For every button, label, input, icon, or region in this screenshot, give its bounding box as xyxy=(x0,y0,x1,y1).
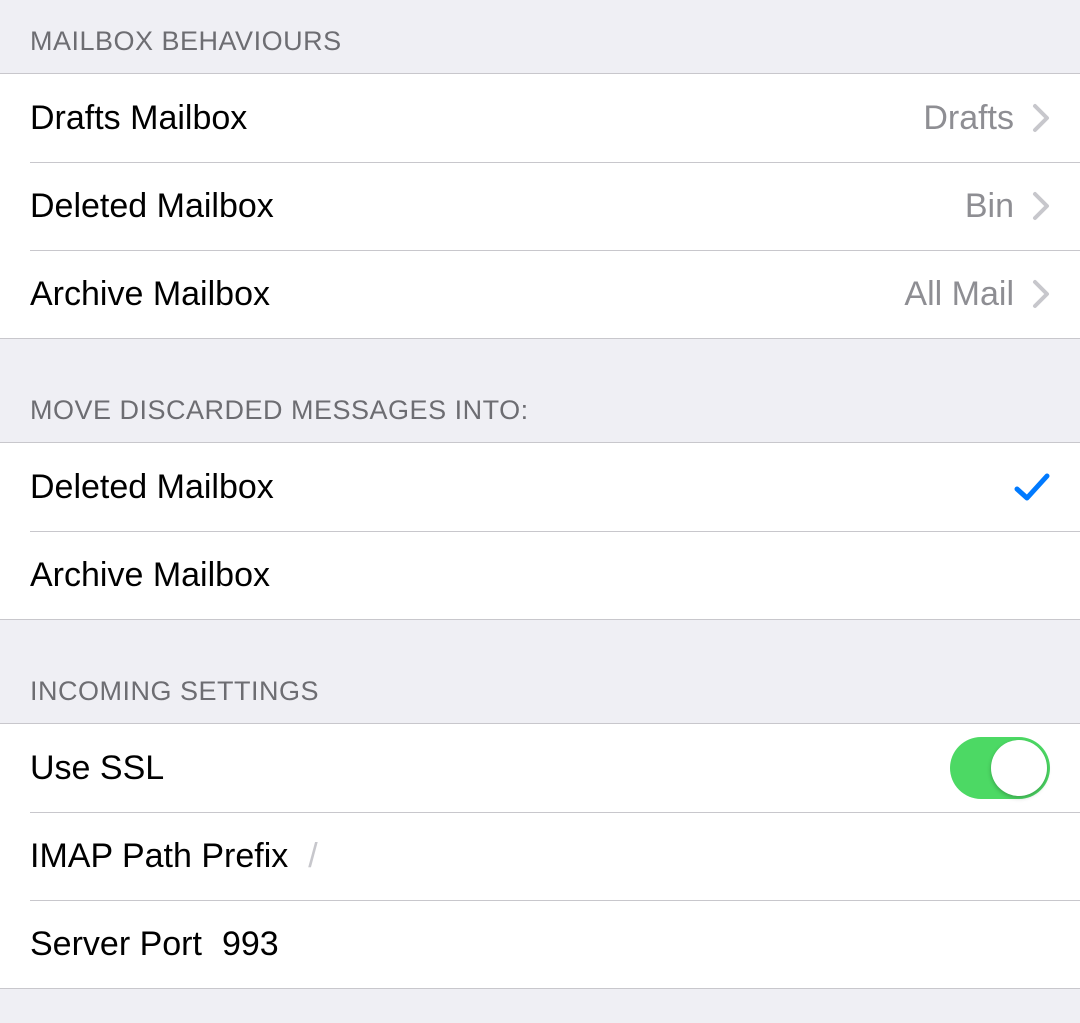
group-move-discarded: Deleted Mailbox Archive Mailbox xyxy=(0,442,1080,620)
row-archive-mailbox[interactable]: Archive Mailbox All Mail xyxy=(0,250,1080,338)
row-use-ssl: Use SSL xyxy=(0,724,1080,812)
row-option-archive-mailbox[interactable]: Archive Mailbox xyxy=(0,531,1080,619)
chevron-right-icon xyxy=(1032,103,1050,133)
row-value: All Mail xyxy=(904,275,1014,314)
row-value: 993 xyxy=(222,925,279,964)
row-label: Archive Mailbox xyxy=(30,556,270,595)
row-label: Deleted Mailbox xyxy=(30,187,274,226)
section-header-move-discarded: Move Discarded Messages Into: xyxy=(0,339,1080,442)
row-label: Drafts Mailbox xyxy=(30,99,247,138)
row-option-deleted-mailbox[interactable]: Deleted Mailbox xyxy=(0,443,1080,531)
chevron-right-icon xyxy=(1032,191,1050,221)
row-label: IMAP Path Prefix xyxy=(30,837,288,876)
chevron-right-icon xyxy=(1032,279,1050,309)
row-deleted-mailbox[interactable]: Deleted Mailbox Bin xyxy=(0,162,1080,250)
row-value: Bin xyxy=(965,187,1014,226)
row-value: Drafts xyxy=(923,99,1014,138)
row-value: / xyxy=(308,837,317,876)
row-server-port[interactable]: Server Port 993 xyxy=(0,900,1080,988)
row-label: Deleted Mailbox xyxy=(30,468,274,507)
toggle-use-ssl[interactable] xyxy=(950,737,1050,799)
row-label: Use SSL xyxy=(30,749,164,788)
row-imap-path-prefix[interactable]: IMAP Path Prefix / xyxy=(0,812,1080,900)
row-label: Archive Mailbox xyxy=(30,275,270,314)
toggle-knob xyxy=(991,740,1047,796)
checkmark-icon xyxy=(1014,471,1050,503)
row-drafts-mailbox[interactable]: Drafts Mailbox Drafts xyxy=(0,74,1080,162)
section-header-incoming-settings: Incoming Settings xyxy=(0,620,1080,723)
group-mailbox-behaviours: Drafts Mailbox Drafts Deleted Mailbox Bi… xyxy=(0,73,1080,339)
group-incoming-settings: Use SSL IMAP Path Prefix / Server Port 9… xyxy=(0,723,1080,989)
row-label: Server Port xyxy=(30,925,202,964)
section-header-mailbox-behaviours: Mailbox Behaviours xyxy=(0,0,1080,73)
